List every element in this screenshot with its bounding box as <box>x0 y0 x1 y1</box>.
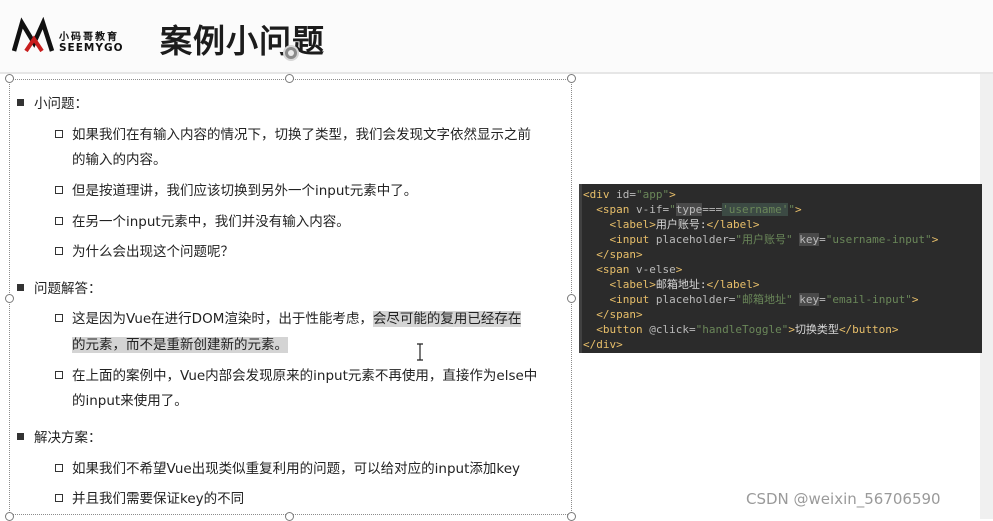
section-heading: 问题解答： <box>17 277 102 297</box>
code-line: <input placeholder="用户账号" key="username-… <box>609 233 939 246</box>
logo-chinese-text: 小码哥教育 <box>59 32 119 43</box>
list-item-continuation: 的元素，而不是重新创建新的元素。 <box>72 333 288 353</box>
logo: 小码哥教育 SEEMYGO <box>12 17 132 57</box>
list-item: 这是因为Vue在进行DOM渲染时，出于性能考虑，会尽可能的复用已经存在 <box>55 307 522 327</box>
list-item: 并且我们需要保证key的不同 <box>55 487 244 507</box>
code-line: <span v-if="type==='username'"> <box>596 203 802 216</box>
code-block: <div id="app"> <span v-if="type==='usern… <box>579 184 982 353</box>
section-heading: 小问题： <box>17 92 88 112</box>
slide-header: 小码哥教育 SEEMYGO 案例小问题 <box>0 0 993 72</box>
hollow-square-bullet-icon <box>55 494 63 502</box>
code-line: <span v-else> <box>596 263 683 276</box>
resize-handle-top-left[interactable] <box>5 74 14 83</box>
code-line: </div> <box>583 338 623 351</box>
logo-mark-icon <box>12 17 55 53</box>
code-line: <button @click="handleToggle">切换类型</butt… <box>596 323 899 336</box>
text-cursor-icon <box>417 343 423 361</box>
hollow-square-bullet-icon <box>55 371 63 379</box>
list-item-continuation: 的input来使用了。 <box>72 393 188 409</box>
resize-handle-right[interactable] <box>567 294 576 303</box>
filled-square-bullet-icon <box>17 99 24 106</box>
resize-handle-bottom-right[interactable] <box>567 512 576 521</box>
filled-square-bullet-icon <box>17 433 24 440</box>
watermark: CSDN @weixin_56706590 <box>746 490 941 508</box>
filled-square-bullet-icon <box>17 284 24 291</box>
hollow-square-bullet-icon <box>55 186 63 194</box>
list-item: 在另一个input元素中，我们并没有输入内容。 <box>55 210 350 230</box>
hollow-square-bullet-icon <box>55 464 63 472</box>
code-line: <div id="app"> <box>583 188 676 201</box>
code-line: </span> <box>596 308 643 321</box>
slide-title: 案例小问题 <box>160 22 326 60</box>
hollow-square-bullet-icon <box>55 247 63 255</box>
highlighted-text: 会尽可能的复用已经存在 <box>372 311 522 327</box>
resize-handle-bottom-left[interactable] <box>5 512 14 521</box>
resize-handle-bottom[interactable] <box>285 512 294 521</box>
list-item: 如果我们在有输入内容的情况下，切换了类型，我们会发现文字依然显示之前 <box>55 123 531 143</box>
section-heading: 解决方案： <box>17 426 102 446</box>
list-item: 为什么会出现这个问题呢？ <box>55 240 234 260</box>
hollow-square-bullet-icon <box>55 130 63 138</box>
resize-handle-left[interactable] <box>5 294 14 303</box>
hollow-square-bullet-icon <box>55 217 63 225</box>
highlighted-text: 的元素，而不是重新创建新的元素。 <box>72 337 288 353</box>
rotate-handle-icon[interactable] <box>283 45 299 61</box>
code-gutter <box>579 184 582 353</box>
list-item: 但是按道理讲，我们应该切换到另外一个input元素中了。 <box>55 179 417 199</box>
code-line: </span> <box>596 248 643 261</box>
resize-handle-top[interactable] <box>285 74 294 83</box>
content-textbox[interactable] <box>9 79 572 515</box>
code-line: <label>邮箱地址:</label> <box>609 278 760 291</box>
header-divider <box>0 72 993 74</box>
hollow-square-bullet-icon <box>55 314 63 322</box>
code-line: <label>用户账号:</label> <box>609 218 760 231</box>
logo-english-text: SEEMYGO <box>59 42 124 54</box>
resize-handle-top-right[interactable] <box>567 74 576 83</box>
list-item-continuation: 的输入的内容。 <box>72 152 167 168</box>
code-line: <input placeholder="邮箱地址" key="email-inp… <box>609 293 919 306</box>
list-item: 在上面的案例中，Vue内部会发现原来的input元素不再使用，直接作为else中 <box>55 364 537 384</box>
list-item: 如果我们不希望Vue出现类似重复利用的问题，可以给对应的input添加key <box>55 457 520 477</box>
